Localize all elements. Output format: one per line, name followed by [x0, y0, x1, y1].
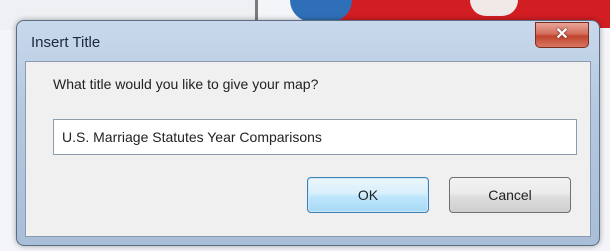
- dialog-body: What title would you like to give your m…: [25, 61, 591, 237]
- dialog-titlebar[interactable]: Insert Title ✕: [17, 21, 599, 61]
- ok-button[interactable]: OK: [307, 177, 429, 213]
- cancel-button[interactable]: Cancel: [449, 177, 571, 213]
- dialog-title: Insert Title: [31, 34, 101, 51]
- insert-title-dialog: Insert Title ✕ What title would you like…: [16, 20, 600, 246]
- prompt-label: What title would you like to give your m…: [53, 76, 319, 92]
- close-icon: ✕: [555, 26, 569, 43]
- map-title-input[interactable]: [53, 119, 577, 155]
- close-button[interactable]: ✕: [535, 22, 589, 48]
